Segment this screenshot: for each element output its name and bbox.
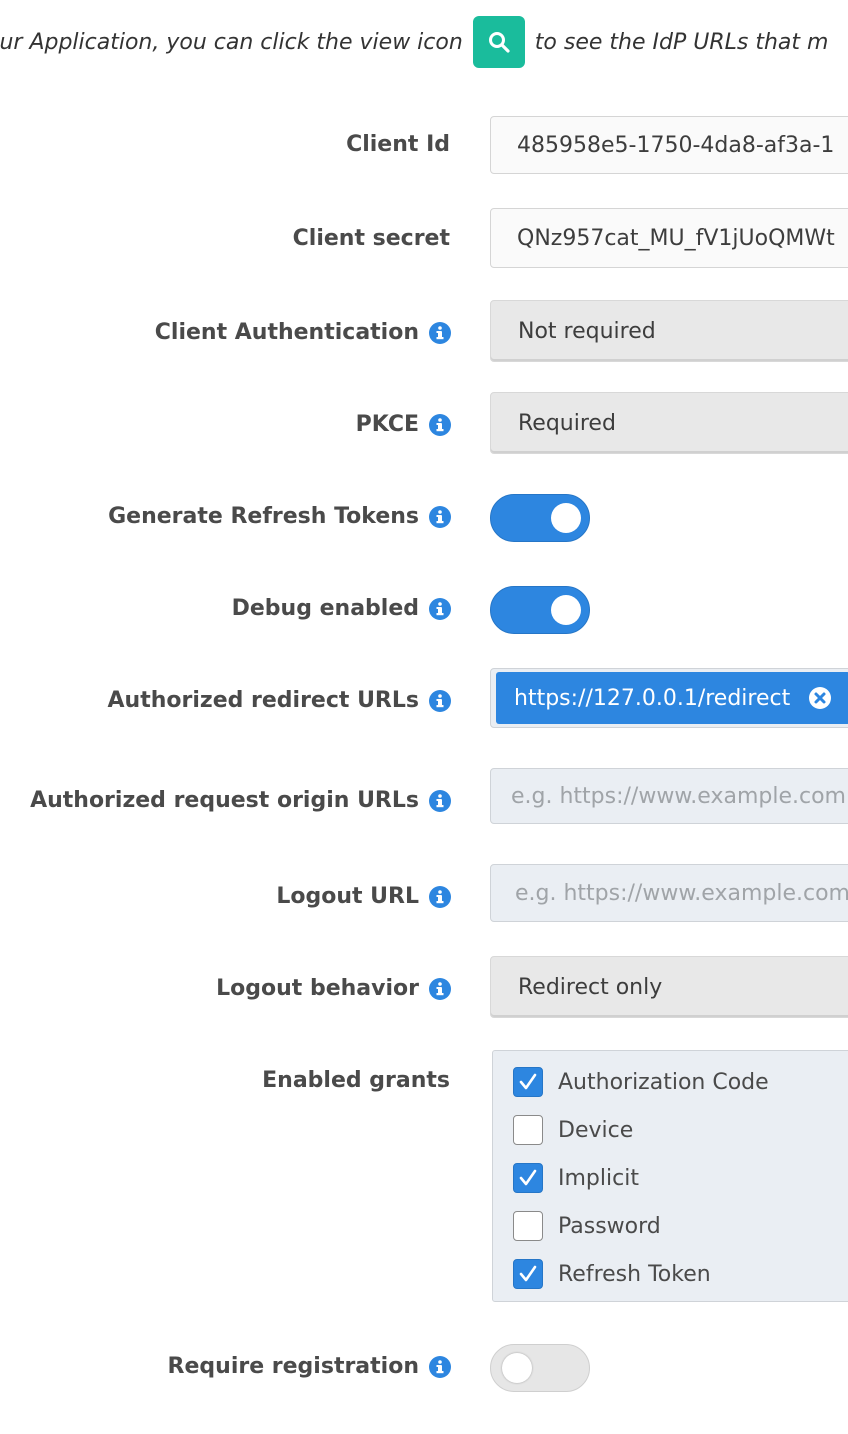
application-oauth-form: our Application, you can click the view … [0, 0, 848, 1434]
remove-tag-icon[interactable] [808, 686, 832, 710]
intro-text-before: our Application, you can click the view … [0, 29, 463, 55]
grant-label: Device [558, 1117, 634, 1143]
debug-enabled-toggle[interactable] [490, 586, 590, 634]
checkbox-checked[interactable] [513, 1067, 543, 1097]
checkbox-checked[interactable] [513, 1259, 543, 1289]
grant-implicit[interactable]: Implicit [513, 1163, 639, 1193]
logout-behavior-value: Redirect only [518, 974, 663, 1000]
grant-authorization-code[interactable]: Authorization Code [513, 1067, 769, 1097]
info-icon[interactable] [429, 321, 451, 344]
client-secret-value: QNz957cat_MU_fV1jUoQMWt [517, 225, 835, 251]
info-icon[interactable] [429, 885, 451, 908]
client-authentication-row: Client Authentication Not required [0, 300, 848, 362]
pkce-row: PKCE Required [0, 392, 848, 454]
checkbox-unchecked[interactable] [513, 1211, 543, 1241]
info-icon[interactable] [429, 413, 451, 436]
client-secret-label: Client secret [292, 226, 450, 251]
require-registration-toggle[interactable] [490, 1344, 590, 1392]
logout-url-placeholder: e.g. https://www.example.com [515, 880, 848, 906]
intro-text-after: to see the IdP URLs that m [534, 29, 829, 55]
enabled-grants-label: Enabled grants [262, 1068, 450, 1093]
authorized-request-origin-urls-placeholder: e.g. https://www.example.com [511, 783, 846, 809]
toggle-knob [502, 1353, 532, 1383]
pkce-value: Required [518, 410, 616, 436]
generate-refresh-tokens-label: Generate Refresh Tokens [108, 504, 451, 529]
grant-label: Authorization Code [558, 1069, 769, 1095]
info-icon[interactable] [429, 789, 451, 812]
authorized-request-origin-urls-label: Authorized request origin URLs [30, 788, 451, 813]
logout-behavior-select[interactable]: Redirect only [490, 956, 848, 1018]
require-registration-label: Require registration [168, 1354, 451, 1379]
logout-behavior-label: Logout behavior [216, 976, 451, 1001]
checkmark-icon [519, 1169, 537, 1186]
logout-url-input[interactable]: e.g. https://www.example.com [490, 864, 848, 922]
generate-refresh-tokens-row: Generate Refresh Tokens [0, 494, 848, 542]
generate-refresh-tokens-toggle[interactable] [490, 494, 590, 542]
client-secret-field[interactable]: QNz957cat_MU_fV1jUoQMWt [490, 208, 848, 268]
info-icon[interactable] [429, 977, 451, 1000]
client-id-label: Client Id [346, 132, 450, 157]
authorized-redirect-urls-label: Authorized redirect URLs [108, 688, 451, 713]
pkce-label: PKCE [356, 412, 451, 437]
grant-label: Refresh Token [558, 1261, 711, 1287]
logout-behavior-row: Logout behavior Redirect only [0, 956, 848, 1018]
checkbox-unchecked[interactable] [513, 1115, 543, 1145]
authorized-request-origin-urls-row: Authorized request origin URLs e.g. http… [0, 768, 848, 824]
toggle-knob [551, 595, 581, 625]
client-id-field[interactable]: 485958e5-1750-4da8-af3a-1 [490, 116, 848, 174]
grant-device[interactable]: Device [513, 1115, 633, 1145]
checkbox-checked[interactable] [513, 1163, 543, 1193]
redirect-url-tag-label: https://127.0.0.1/redirect [514, 685, 791, 711]
logout-url-label: Logout URL [276, 884, 451, 909]
search-icon [488, 32, 510, 53]
checkmark-icon [519, 1073, 537, 1090]
authorized-request-origin-urls-input[interactable]: e.g. https://www.example.com [490, 768, 848, 824]
info-icon[interactable] [429, 689, 451, 712]
info-icon[interactable] [429, 505, 451, 528]
authorized-redirect-urls-field[interactable]: https://127.0.0.1/redirect [490, 668, 848, 728]
client-authentication-value: Not required [518, 318, 656, 344]
client-authentication-select[interactable]: Not required [490, 300, 848, 362]
enabled-grants-list: Authorization Code Device Implicit Passw… [492, 1050, 848, 1302]
debug-enabled-row: Debug enabled [0, 586, 848, 634]
grant-refresh-token[interactable]: Refresh Token [513, 1259, 711, 1289]
authorized-redirect-urls-row: Authorized redirect URLs https://127.0.0… [0, 668, 848, 728]
toggle-knob [551, 503, 581, 533]
grant-label: Implicit [558, 1165, 639, 1191]
require-registration-row: Require registration [0, 1344, 848, 1392]
logout-url-row: Logout URL e.g. https://www.example.com [0, 864, 848, 922]
client-authentication-label: Client Authentication [155, 320, 451, 345]
info-icon[interactable] [429, 1355, 451, 1378]
checkmark-icon [519, 1265, 537, 1282]
intro-text: our Application, you can click the view … [0, 16, 828, 68]
debug-enabled-label: Debug enabled [232, 596, 451, 621]
client-id-row: Client Id 485958e5-1750-4da8-af3a-1 [0, 116, 848, 174]
redirect-url-tag: https://127.0.0.1/redirect [496, 672, 848, 724]
client-secret-row: Client secret QNz957cat_MU_fV1jUoQMWt [0, 208, 848, 268]
pkce-select[interactable]: Required [490, 392, 848, 454]
client-id-value: 485958e5-1750-4da8-af3a-1 [517, 132, 835, 158]
grant-password[interactable]: Password [513, 1211, 661, 1241]
info-icon[interactable] [429, 597, 451, 620]
grant-label: Password [558, 1213, 661, 1239]
view-button[interactable] [472, 16, 525, 68]
